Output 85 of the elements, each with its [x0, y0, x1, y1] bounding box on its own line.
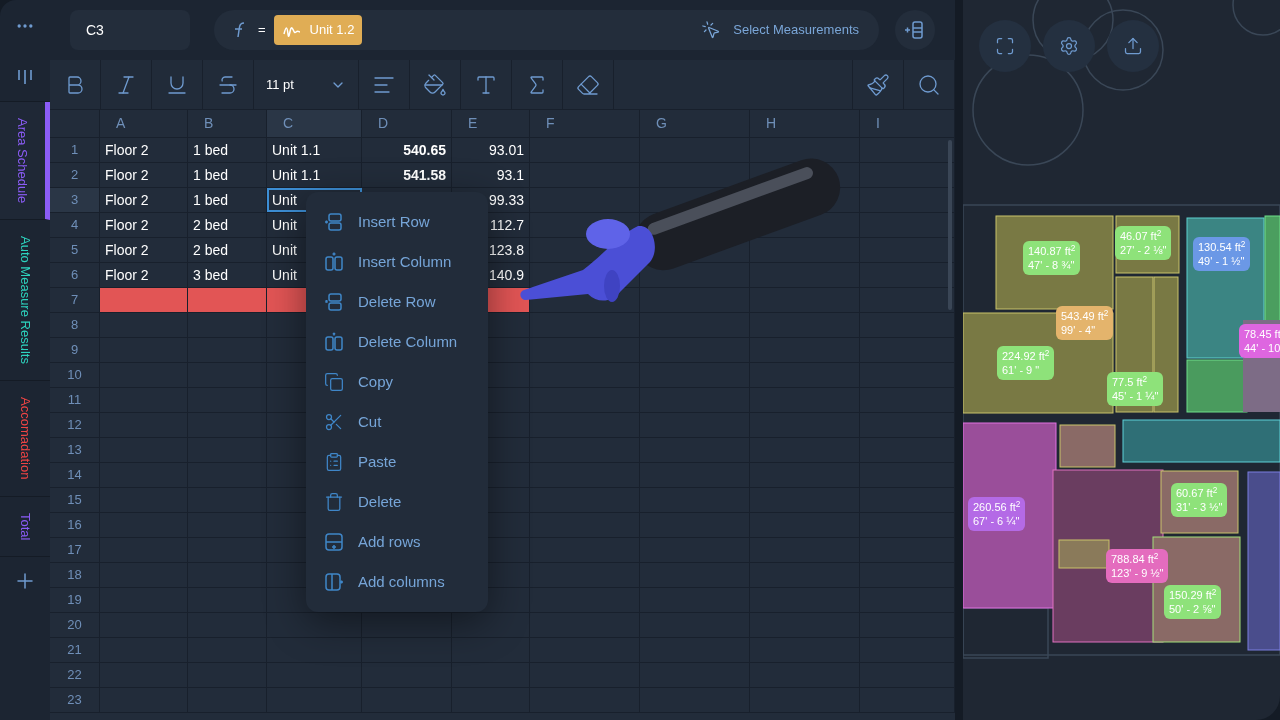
eraser-icon	[576, 72, 600, 97]
table-cell: Floor 2	[100, 263, 188, 287]
table-cell: 1 bed	[188, 138, 267, 162]
table-cell: 2 bed	[188, 213, 267, 237]
row-number[interactable]: 21	[50, 638, 100, 662]
scissors-icon	[324, 412, 344, 432]
row-number[interactable]: 15	[50, 488, 100, 512]
add-columns-icon	[324, 572, 344, 592]
menu-item[interactable]: Paste	[306, 442, 488, 482]
row-number[interactable]: 11	[50, 388, 100, 412]
row-number[interactable]: 9	[50, 338, 100, 362]
row-number[interactable]: 3	[50, 188, 100, 212]
table-cell: 93.01	[452, 138, 530, 162]
select-measurements-button[interactable]: Select Measurements	[701, 20, 859, 40]
pointer-click-icon	[701, 20, 722, 40]
table-cell: Floor 2	[100, 188, 188, 212]
row-number[interactable]: 5	[50, 238, 100, 262]
row-number[interactable]: 14	[50, 463, 100, 487]
expand-icon	[995, 36, 1015, 56]
menu-item[interactable]: Delete	[306, 482, 488, 522]
column-header[interactable]: H	[750, 110, 860, 137]
row-number[interactable]: 20	[50, 613, 100, 637]
measurement-label[interactable]: 260.56 ft$^{2}$ 67' - 6 ¼"	[968, 497, 1026, 531]
column-header[interactable]: C	[267, 110, 362, 137]
column-header[interactable]: A	[100, 110, 188, 137]
column-header[interactable]: D	[362, 110, 452, 137]
table-cell: 2 bed	[188, 238, 267, 262]
add-column-button[interactable]	[895, 10, 935, 50]
row-number[interactable]: 1	[50, 138, 100, 162]
settings-icon	[1059, 36, 1079, 56]
row-number[interactable]: 2	[50, 163, 100, 187]
clipboard-icon	[324, 452, 344, 472]
table-cell: 1 bed	[188, 163, 267, 187]
table-cell: Unit 1.1	[267, 138, 362, 162]
copy-icon	[324, 372, 344, 392]
table-cell: Floor 2	[100, 163, 188, 187]
row-number[interactable]: 10	[50, 363, 100, 387]
row-number[interactable]: 8	[50, 313, 100, 337]
table-cell: Floor 2	[100, 138, 188, 162]
table-cell: Floor 2	[100, 213, 188, 237]
sheet-tab[interactable]: Area Schedule	[0, 102, 50, 221]
column-header[interactable]: E	[452, 110, 530, 137]
table-cell: 93.1	[452, 163, 530, 187]
formula-field[interactable]: = Unit 1.2 Select Measurements	[214, 10, 879, 50]
row-number[interactable]: 23	[50, 688, 100, 712]
insert-row-icon	[324, 212, 344, 232]
measurement-label[interactable]: 130.54 ft$^{2}$ 49' - 1 ½"	[1193, 237, 1251, 271]
upload-icon	[1123, 36, 1143, 56]
table-cell: 541.58	[362, 163, 452, 187]
trash-icon	[324, 492, 344, 512]
table-cell: Floor 2	[100, 238, 188, 262]
measurement-label[interactable]: 78.45 ft 44' - 10	[1239, 324, 1280, 358]
cell-reference-field[interactable]: C3	[70, 10, 190, 50]
paint-bucket-icon	[423, 72, 447, 97]
column-header[interactable]: F	[530, 110, 640, 137]
menu-item[interactable]: Copy	[306, 362, 488, 402]
delete-row-icon	[324, 292, 344, 312]
row-number[interactable]: 19	[50, 588, 100, 612]
insert-column-icon	[324, 252, 344, 272]
row-number[interactable]: 4	[50, 213, 100, 237]
menu-item[interactable]: Cut	[306, 402, 488, 442]
row-number[interactable]: 12	[50, 413, 100, 437]
column-header[interactable]: G	[640, 110, 750, 137]
table-cell: 1 bed	[188, 188, 267, 212]
menu-item[interactable]: Add columns	[306, 562, 488, 602]
menu-item[interactable]: Add rows	[306, 522, 488, 562]
share-button[interactable]	[1107, 20, 1159, 72]
row-number[interactable]: 13	[50, 438, 100, 462]
measurement-label[interactable]: 788.84 ft$^{2}$ 123' - 9 ½"	[1106, 549, 1169, 583]
row-number[interactable]: 6	[50, 263, 100, 287]
search-icon	[917, 72, 941, 97]
paintbrush-icon	[866, 72, 890, 97]
delete-column-icon	[324, 332, 344, 352]
row-number[interactable]: 16	[50, 513, 100, 537]
equals-sign: =	[258, 21, 266, 40]
menu-item[interactable]: Delete Column	[306, 322, 488, 362]
table-cell: 3 bed	[188, 263, 267, 287]
row-number[interactable]: 22	[50, 663, 100, 687]
add-rows-icon	[324, 532, 344, 552]
row-number[interactable]: 17	[50, 538, 100, 562]
row-number[interactable]: 18	[50, 563, 100, 587]
table-cell: Unit 1.1	[267, 163, 362, 187]
settings-button[interactable]	[1043, 20, 1095, 72]
table-cell: 540.65	[362, 138, 452, 162]
font-size-dropdown[interactable]: 11 pt	[254, 60, 359, 109]
